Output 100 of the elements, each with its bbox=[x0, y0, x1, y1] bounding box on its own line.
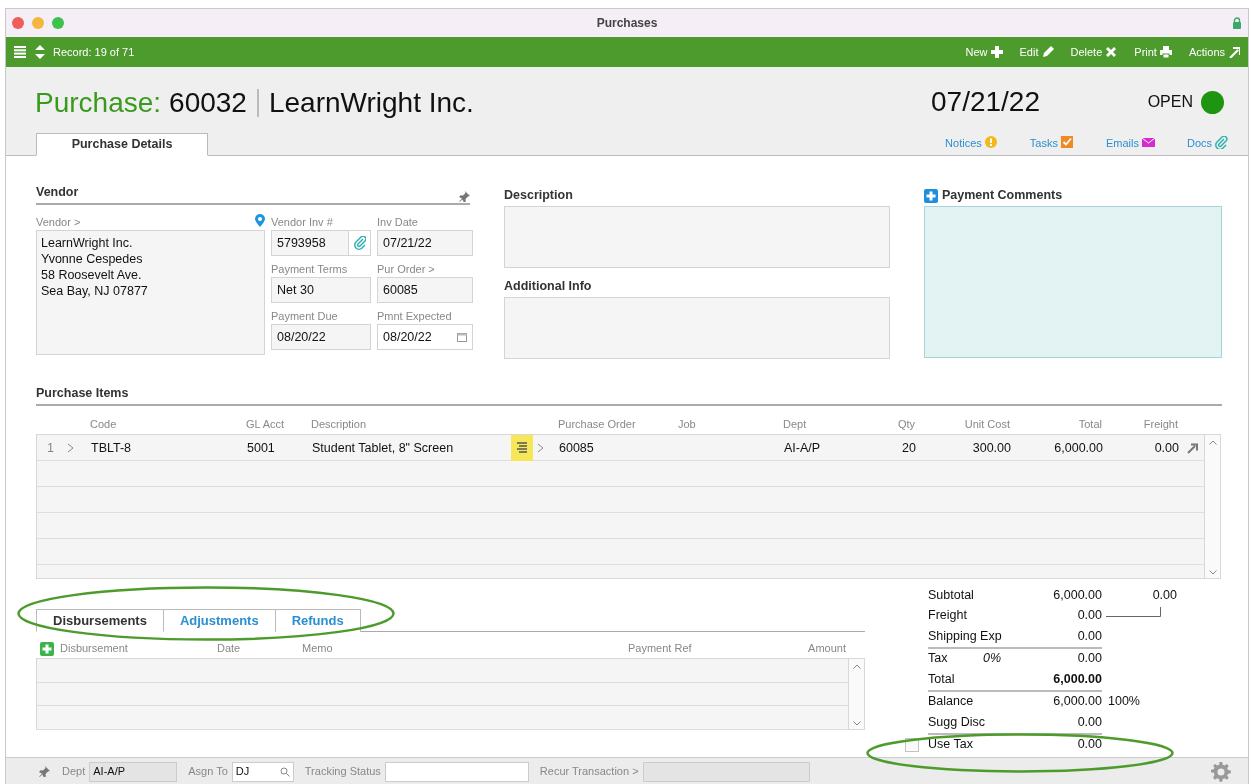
table-cell-text: 0.00 bbox=[1153, 439, 1180, 457]
input-field[interactable]: 07/21/22 bbox=[377, 230, 473, 256]
status-label: OPEN bbox=[1147, 92, 1193, 112]
record-date: 07/21/22 bbox=[931, 85, 1040, 119]
input-field: AI-A/P bbox=[89, 761, 178, 782]
toolbar-button[interactable]: Print bbox=[1134, 43, 1172, 61]
table-cell-text: 20 bbox=[901, 439, 917, 457]
plus-icon bbox=[990, 46, 1003, 58]
section-title: Payment Comments bbox=[942, 187, 1063, 205]
search-icon bbox=[279, 766, 290, 777]
total-value: 0.00 bbox=[1077, 650, 1102, 668]
address-field[interactable]: LearnWright Inc. Yvonne Cespedes 58 Roosevelt Ave. Sea Bay, NJ 07877 bbox=[36, 230, 265, 355]
total-label: Sugg Disc bbox=[928, 713, 985, 731]
connector-line bbox=[1106, 606, 1161, 617]
add-icon[interactable] bbox=[924, 188, 938, 203]
checkbox-icon bbox=[1060, 136, 1074, 150]
total-label: Tax bbox=[928, 650, 948, 668]
link[interactable]: Docs bbox=[1186, 134, 1228, 151]
column-header: Job bbox=[677, 416, 697, 432]
arrow-icon[interactable] bbox=[1187, 442, 1198, 454]
arrow-icon bbox=[1228, 46, 1240, 58]
column-header: Amount bbox=[807, 640, 847, 656]
section-title: Vendor bbox=[36, 184, 79, 202]
table-cell-text: AI-A/P bbox=[783, 439, 822, 457]
scroll-up-icon[interactable] bbox=[852, 664, 861, 669]
total-label: Balance bbox=[928, 693, 974, 711]
notes-icon[interactable] bbox=[511, 435, 533, 461]
total-label: Freight bbox=[928, 607, 967, 625]
table-cell-text: 60085 bbox=[558, 439, 595, 457]
toolbar-button[interactable]: Delete bbox=[1070, 43, 1118, 61]
table-cell-text: 6,000.00 bbox=[1053, 439, 1104, 457]
section-title: Purchase Items bbox=[36, 385, 129, 403]
link[interactable]: Emails bbox=[1105, 134, 1155, 151]
window-control[interactable] bbox=[12, 17, 24, 29]
window-title: Purchases bbox=[596, 16, 658, 30]
tax-rate: 0% bbox=[983, 650, 1002, 668]
table-cell-text: TBLT-8 bbox=[91, 439, 133, 457]
column-header: Disbursement bbox=[60, 640, 129, 656]
toolbar-button[interactable]: Edit bbox=[1019, 43, 1054, 61]
location-pin-icon[interactable] bbox=[255, 214, 265, 227]
scroll-down-icon[interactable] bbox=[1208, 570, 1217, 575]
search-field[interactable]: DJ bbox=[231, 761, 294, 782]
column-header: Code bbox=[90, 416, 118, 432]
window-control[interactable] bbox=[52, 17, 64, 29]
chevron-icon[interactable] bbox=[67, 443, 74, 454]
column-header: Dept bbox=[782, 416, 808, 432]
total-label: Total bbox=[928, 670, 955, 688]
input-field[interactable]: 60085 bbox=[377, 277, 473, 303]
pin-icon[interactable] bbox=[459, 191, 470, 202]
toolbar-button[interactable]: Actions bbox=[1188, 43, 1240, 61]
add-icon[interactable] bbox=[40, 641, 54, 656]
field-label: Pur Order > bbox=[377, 262, 435, 277]
tab[interactable]: Disbursements bbox=[36, 609, 164, 632]
attach-button[interactable] bbox=[349, 230, 371, 256]
settings-icon[interactable] bbox=[1211, 761, 1231, 782]
column-header: Total bbox=[1077, 416, 1103, 432]
column-header: Unit Cost bbox=[963, 416, 1011, 432]
tab[interactable]: Refunds bbox=[275, 609, 361, 632]
paperclip-icon bbox=[353, 236, 366, 250]
field-label: Payment Due bbox=[271, 309, 338, 324]
input-field[interactable]: 08/20/22 bbox=[271, 324, 371, 350]
total-value: 6,000.00 bbox=[1053, 693, 1102, 711]
column-header: Payment Ref bbox=[628, 640, 693, 656]
field-label: Vendor Inv # bbox=[271, 215, 333, 230]
field-label: Payment Terms bbox=[271, 262, 348, 277]
column-header: Date bbox=[217, 640, 242, 656]
link[interactable]: Notices bbox=[945, 134, 998, 151]
vendor-name: LearnWright Inc. bbox=[268, 86, 474, 120]
column-header: Freight bbox=[1142, 416, 1179, 432]
toolbar-button[interactable]: New bbox=[965, 43, 1003, 61]
table-cell-text: 5001 bbox=[246, 439, 276, 457]
link[interactable]: Tasks bbox=[1029, 134, 1074, 151]
up-down-icon[interactable] bbox=[35, 45, 45, 59]
field-label: Pmnt Expected bbox=[377, 309, 452, 324]
total-value: 0.00 bbox=[1077, 736, 1102, 754]
menu-icon[interactable] bbox=[14, 46, 26, 58]
record-number: 60032 bbox=[169, 86, 247, 120]
tab[interactable]: Adjustments bbox=[163, 609, 276, 632]
table-cell-text: Student Tablet, 8" Screen bbox=[311, 439, 455, 457]
chevron-icon[interactable] bbox=[537, 443, 544, 454]
total-value: 0.00 bbox=[1077, 607, 1102, 625]
line-number: 1 bbox=[46, 439, 55, 457]
input-field[interactable]: Net 30 bbox=[271, 277, 371, 303]
field-label: Dept bbox=[62, 764, 86, 780]
pencil-icon bbox=[1041, 46, 1054, 58]
section-title: Description bbox=[504, 187, 574, 204]
percent-value: 100% bbox=[1108, 693, 1140, 711]
column-header: Memo bbox=[302, 640, 334, 656]
date-field[interactable]: 08/20/22 bbox=[377, 324, 473, 350]
scroll-up-icon[interactable] bbox=[1208, 440, 1217, 445]
checkbox-label: Use Tax bbox=[928, 736, 973, 754]
input-field[interactable]: 5793958 bbox=[271, 230, 349, 256]
record-type-label: Purchase: bbox=[35, 86, 162, 120]
pin-icon[interactable] bbox=[39, 766, 50, 777]
calendar-icon bbox=[457, 332, 467, 342]
freight-value: 0.00 bbox=[1152, 586, 1177, 604]
scroll-down-icon[interactable] bbox=[852, 721, 861, 726]
total-value: 0.00 bbox=[1077, 627, 1102, 645]
tab[interactable]: Purchase Details bbox=[36, 133, 208, 156]
input-field[interactable] bbox=[384, 761, 529, 782]
